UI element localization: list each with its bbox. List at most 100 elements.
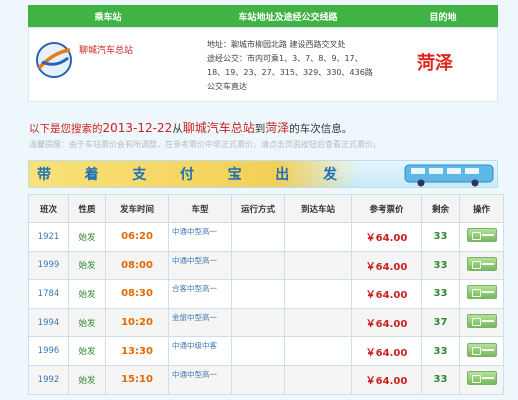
departure-time: 08:00 [105,250,169,281]
arrival-station [284,307,352,338]
alipay-banner[interactable]: 带 着 支 付 宝 出 发 [28,160,498,188]
banner-char: 付 [179,167,194,183]
trip-number: 1784 [28,279,69,309]
arrival-station [284,250,352,281]
table-header-row: 班次 性质 发车时间 车型 运行方式 到达车站 参考票价 剩余 操作 [28,194,504,223]
search-summary: 以下是您搜索的2013-12-22从聊城汽车总站到菏泽的车次信息。 [29,119,352,136]
trip-type: 始发 [68,222,106,252]
operation-cell [459,307,504,338]
trip-type: 始发 [68,250,106,281]
buy-ticket-button[interactable] [466,228,497,243]
col-header: 到达车站 [284,194,352,223]
bus-model: 金旅中型高一 [168,307,232,338]
departure-time: 13:30 [105,336,169,366]
departure-time: 15:10 [105,364,169,395]
trip-type: 始发 [68,279,106,309]
search-prefix: 以下是您搜索的 [29,123,103,135]
table-row: 1784 始发 08:30 合客中型高一 ￥64.00 33 [28,279,504,309]
bus-model: 中通中型高一 [168,222,232,252]
run-mode [231,336,285,366]
table-row: 1921 始发 06:20 中通中型高一 ￥64.00 33 [28,222,504,252]
banner-char: 出 [275,167,290,183]
address-label: 地址： [207,40,231,49]
bus-model: 合客中型高一 [168,279,232,309]
arrival-station [284,336,352,366]
col-header: 车型 [168,194,232,223]
station-info-panel: 聊城汽车总站 地址：聊城市柳园北路 建设西路交叉处 途经公交：市内可乘1、3、7… [28,27,498,102]
fare-notice: 温馨提醒：由于车站票价会有所调整，在参考票价中非正式票价，请点击页面按钮后查看正… [29,140,381,149]
departure-time: 10:20 [105,307,169,338]
bus-lines-1: 市内可乘1、3、7、8、9、17、 [247,54,363,63]
seats-left: 33 [421,336,460,366]
ticket-price: ￥64.00 [351,279,422,309]
run-mode [231,279,285,309]
operation-cell [459,336,504,366]
operation-cell [459,279,504,309]
ticket-price: ￥64.00 [351,336,422,366]
col-header: 操作 [459,194,504,223]
search-to: 菏泽 [265,121,290,135]
banner-char: 支 [132,167,147,183]
run-mode [231,250,285,281]
station-address: 聊城市柳园北路 建设西路交叉处 [231,40,346,49]
trip-type: 始发 [68,336,106,366]
trip-number: 1996 [28,336,69,366]
col-header: 性质 [68,194,106,223]
trip-number: 1994 [28,307,69,338]
buy-ticket-button[interactable] [466,314,497,329]
destination-name: 菏泽 [417,53,453,74]
col-header: 参考票价 [351,194,422,223]
ticket-price: ￥64.00 [351,250,422,281]
trip-number: 1992 [28,364,69,395]
header-station: 乘车站 [94,12,122,23]
arrival-station [284,222,352,252]
table-row: 1999 始发 08:00 中通中型高一 ￥64.00 33 [28,250,504,281]
banner-char: 发 [322,167,337,183]
bus-model: 中通中型高一 [168,250,232,281]
bus-model: 中通中级中客 [168,336,232,366]
table-row: 1996 始发 13:30 中通中级中客 ￥64.00 33 [28,336,504,366]
trip-type: 始发 [68,364,106,395]
operation-cell [459,364,504,395]
buy-ticket-button[interactable] [466,371,497,386]
search-to-label: 到 [254,123,266,135]
bus-company-logo [36,42,72,78]
buy-ticket-button[interactable] [466,285,497,300]
bus-model: 中通中型高一 [168,364,232,395]
bus-illustration-icon [404,164,494,187]
arrival-station [284,279,352,309]
seats-left: 33 [421,222,460,252]
trip-type: 始发 [68,307,106,338]
arrival-station [284,364,352,395]
banner-char: 宝 [227,167,242,183]
schedule-table: 班次 性质 发车时间 车型 运行方式 到达车站 参考票价 剩余 操作 1921 … [28,194,504,395]
col-header: 剩余 [421,194,460,223]
results-header-bar: 乘车站 车站地址及途经公交线路 目的地 [28,5,498,27]
seats-left: 33 [421,279,460,309]
header-address: 车站地址及途经公交线路 [238,12,338,23]
operation-cell [459,222,504,252]
bus-lines-label: 途经公交： [207,54,247,63]
bus-lines-3: 公交车直达 [207,82,247,91]
trip-number: 1921 [28,222,69,252]
seats-left: 37 [421,307,460,338]
bus-lines-2: 18、19、23、27、315、329、330、436路 [207,68,373,77]
run-mode [231,222,285,252]
ticket-price: ￥64.00 [351,364,422,395]
col-header: 发车时间 [105,194,169,223]
search-date: 2013-12-22 [102,121,173,135]
buy-ticket-button[interactable] [466,342,497,357]
station-address-block: 地址：聊城市柳园北路 建设西路交叉处 途经公交：市内可乘1、3、7、8、9、17… [207,38,397,94]
ticket-price: ￥64.00 [351,307,422,338]
trip-number: 1999 [28,250,69,281]
run-mode [231,364,285,395]
seats-left: 33 [421,364,460,395]
operation-cell [459,250,504,281]
departure-time: 06:20 [105,222,169,252]
departure-time: 08:30 [105,279,169,309]
search-suffix: 的车次信息。 [289,123,353,135]
buy-ticket-button[interactable] [466,256,497,271]
search-from: 聊城汽车总站 [182,121,255,135]
table-row: 1992 始发 15:10 中通中型高一 ￥64.00 33 [28,364,504,395]
station-name-link[interactable]: 聊城汽车总站 [79,43,133,56]
